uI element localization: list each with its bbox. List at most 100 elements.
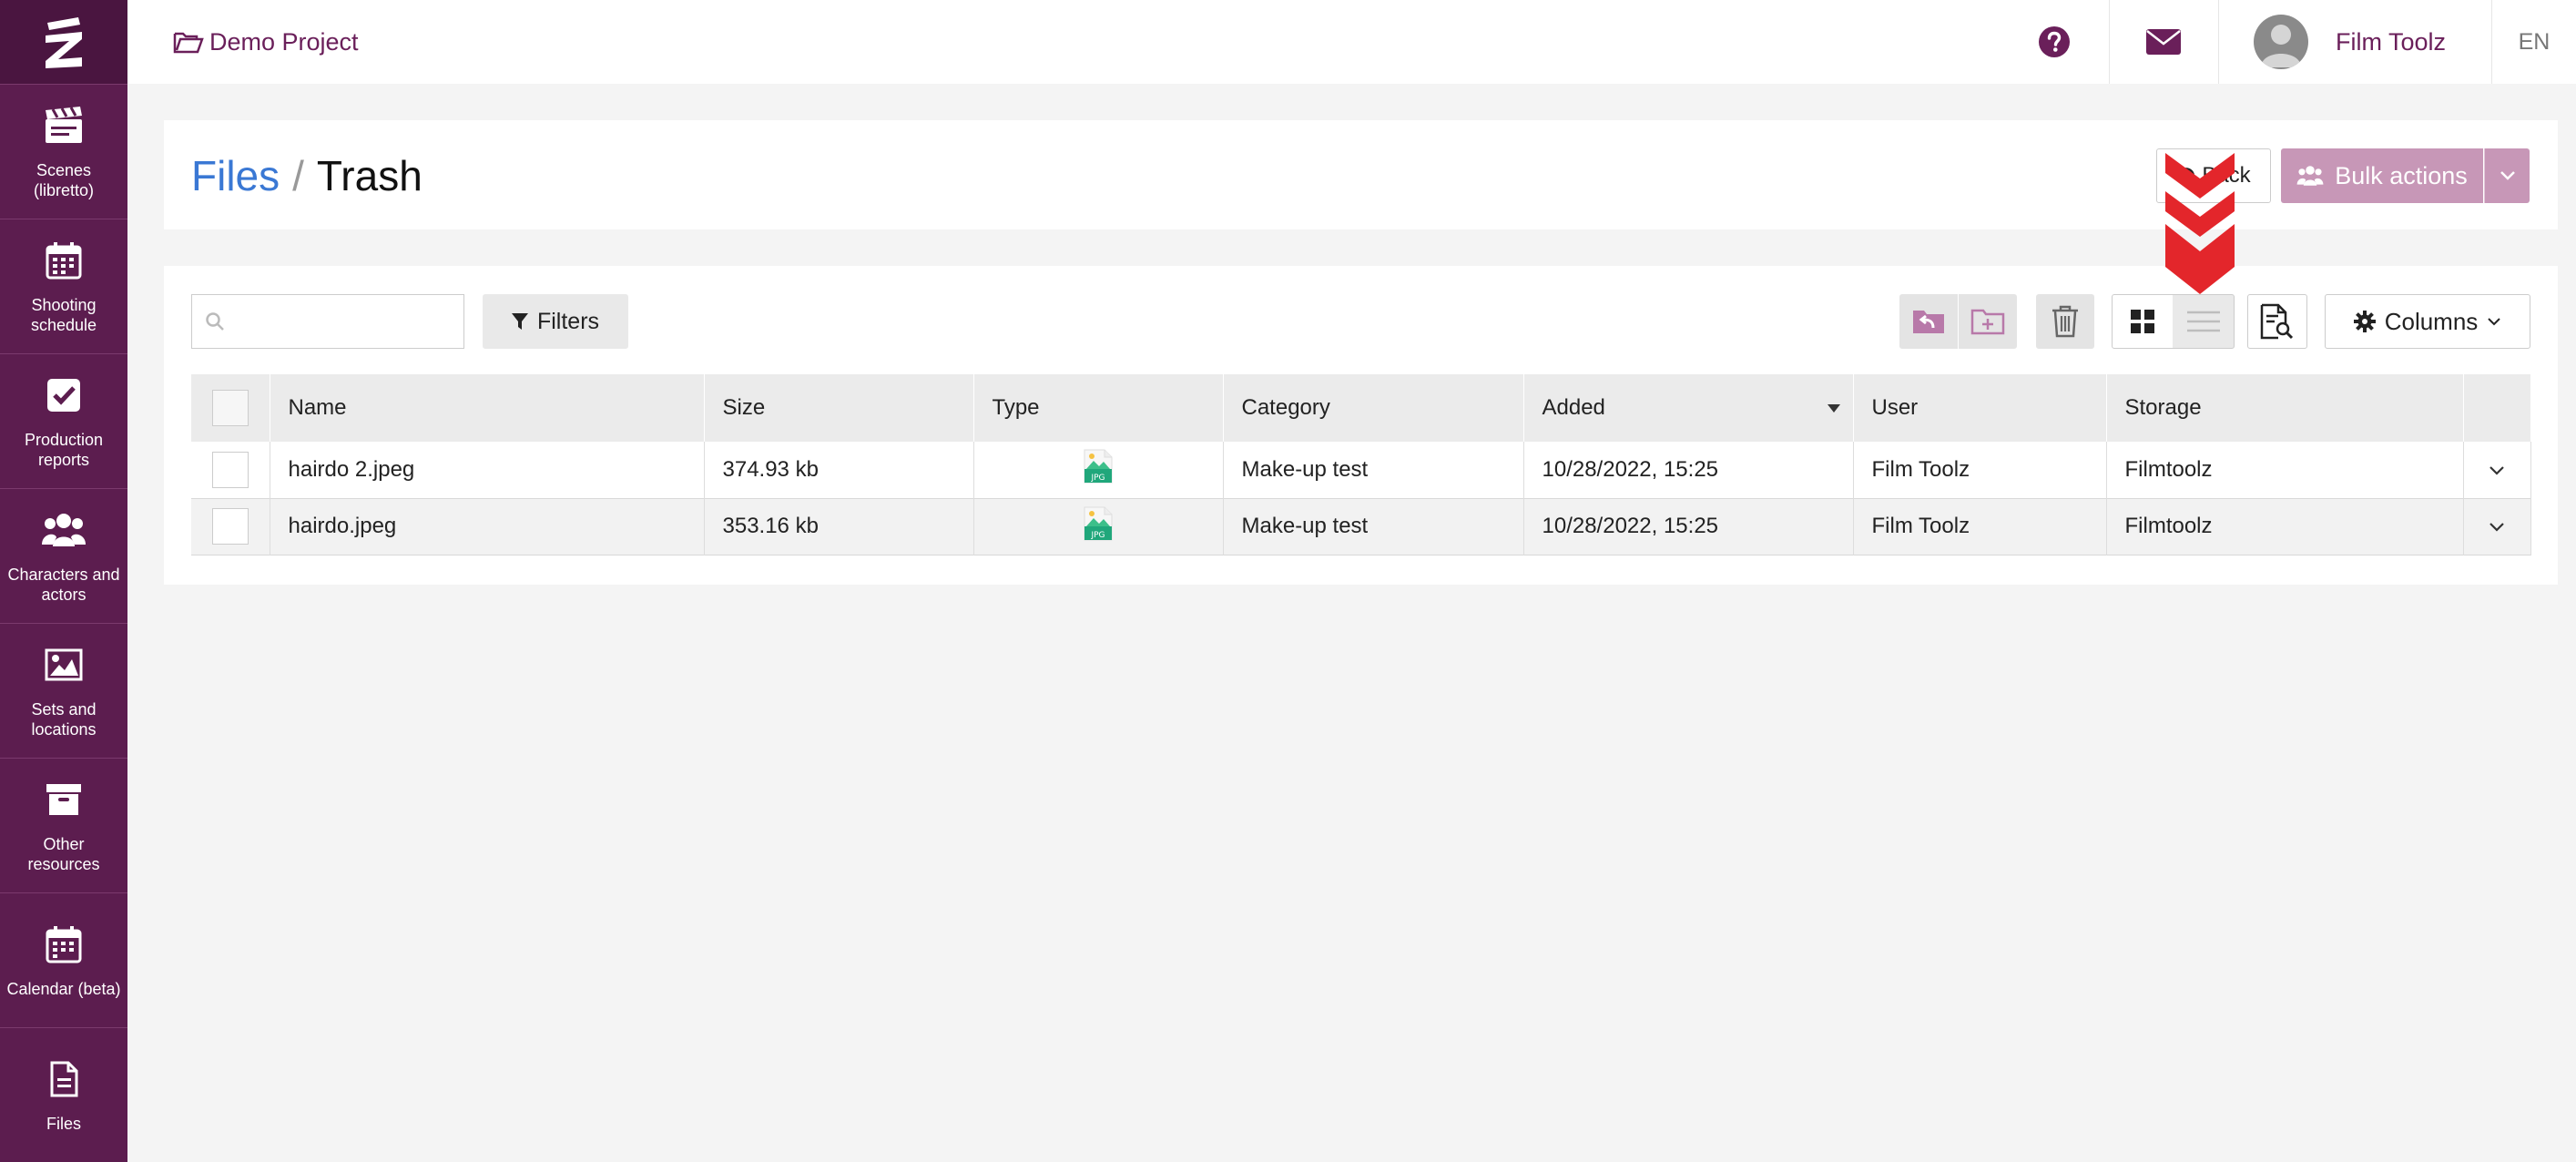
row-select-cell	[191, 442, 270, 498]
checkbox-icon	[42, 373, 86, 417]
files-panel: Filters Columns Name Size Type Category …	[164, 266, 2558, 585]
document-search-icon	[2260, 303, 2294, 340]
language-selector[interactable]: EN	[2492, 0, 2576, 84]
nav-label: Characters and actors	[7, 565, 120, 604]
cell-added: 10/28/2022, 15:25	[1523, 498, 1854, 555]
cell-storage: Filmtoolz	[2106, 498, 2464, 555]
chevron-down-icon	[2488, 318, 2501, 326]
file-type-label: JPG	[1090, 474, 1105, 483]
nav-label: Production reports	[24, 430, 104, 469]
column-header-size[interactable]: Size	[704, 374, 974, 442]
user-menu[interactable]: Film Toolz	[2217, 0, 2492, 84]
list-view-button[interactable]	[2173, 294, 2235, 349]
select-all-checkbox[interactable]	[211, 390, 249, 426]
nav-label: Other resources	[27, 834, 100, 873]
user-name: Film Toolz	[2335, 27, 2446, 56]
nav-files[interactable]: Files	[0, 1027, 127, 1162]
files-table: Name Size Type Category Added User Stora…	[191, 374, 2531, 556]
column-header-user[interactable]: User	[1853, 374, 2107, 442]
users-icon	[42, 508, 86, 552]
sidebar: Scenes (libretto) Shooting schedule Prod…	[0, 0, 127, 1162]
file-icon	[42, 1057, 86, 1101]
table-row[interactable]: hairdo.jpeg 353.16 kb JPG Make-up test 1…	[191, 498, 2531, 555]
cell-storage: Filmtoolz	[2106, 442, 2464, 498]
cell-type: JPG	[973, 442, 1224, 498]
new-folder-button[interactable]	[1959, 294, 2017, 349]
row-expand-toggle[interactable]	[2463, 442, 2531, 498]
gear-icon	[2353, 311, 2376, 332]
columns-button[interactable]: Columns	[2325, 294, 2530, 349]
file-type-label: JPG	[1090, 531, 1105, 540]
page-title: Trash	[316, 152, 423, 199]
nav-calendar[interactable]: Calendar (beta)	[0, 892, 127, 1027]
folder-restore-icon	[1913, 311, 1944, 333]
preview-button[interactable]	[2247, 294, 2307, 349]
cell-name[interactable]: hairdo 2.jpeg	[270, 442, 705, 498]
cell-type: JPG	[973, 498, 1224, 555]
messages-button[interactable]	[2108, 0, 2218, 84]
image-icon	[42, 643, 86, 687]
nav-label: Calendar (beta)	[6, 979, 121, 998]
trash-icon	[2052, 305, 2078, 338]
grid-view-icon	[2131, 310, 2154, 333]
search-box[interactable]	[191, 294, 464, 349]
hint-arrow-icon	[2165, 153, 2235, 294]
jpg-file-icon: JPG	[1084, 449, 1113, 484]
nav-shooting-schedule[interactable]: Shooting schedule	[0, 219, 127, 353]
cell-size: 353.16 kb	[704, 498, 974, 555]
column-header-name[interactable]: Name	[270, 374, 705, 442]
breadcrumb-files-link[interactable]: Files	[191, 152, 280, 199]
help-button[interactable]	[2000, 0, 2109, 84]
bulk-actions-dropdown-toggle[interactable]	[2484, 148, 2530, 203]
nav-sets-locations[interactable]: Sets and locations	[0, 623, 127, 758]
nav-label: Files	[46, 1114, 81, 1133]
folder-plus-icon	[1970, 309, 2005, 335]
nav-production-reports[interactable]: Production reports	[0, 353, 127, 488]
search-input[interactable]	[234, 309, 453, 334]
columns-label: Columns	[2384, 307, 2479, 335]
users-icon	[2296, 166, 2324, 186]
nav-other-resources[interactable]: Other resources	[0, 758, 127, 892]
filters-button[interactable]: Filters	[483, 294, 628, 349]
cell-name[interactable]: hairdo.jpeg	[270, 498, 705, 555]
topbar-actions: Film Toolz EN	[2000, 0, 2576, 84]
avatar	[2253, 15, 2308, 69]
select-all-cell	[191, 374, 270, 442]
top-bar: Demo Project Film Toolz EN	[127, 0, 2576, 84]
envelope-icon	[2146, 29, 2182, 55]
bulk-actions-label: Bulk actions	[2335, 161, 2468, 189]
nav-label: Shooting schedule	[30, 295, 97, 334]
cell-user: Film Toolz	[1853, 498, 2107, 555]
project-name: Demo Project	[209, 27, 359, 56]
column-header-added[interactable]: Added	[1523, 374, 1854, 442]
column-header-category[interactable]: Category	[1223, 374, 1524, 442]
cell-size: 374.93 kb	[704, 442, 974, 498]
row-expand-toggle[interactable]	[2463, 498, 2531, 555]
filters-label: Filters	[536, 308, 600, 334]
project-selector[interactable]: Demo Project	[173, 28, 359, 56]
table-row[interactable]: hairdo 2.jpeg 374.93 kb JPG Make-up test…	[191, 442, 2531, 498]
clapperboard-icon	[42, 104, 86, 148]
calendar-icon	[42, 922, 86, 966]
breadcrumb-separator: /	[292, 152, 304, 199]
app-logo[interactable]	[0, 0, 127, 84]
list-view-icon	[2186, 311, 2220, 332]
row-checkbox[interactable]	[211, 451, 249, 488]
nav-label: Sets and locations	[31, 699, 97, 739]
filter-funnel-icon	[511, 313, 528, 330]
cell-user: Film Toolz	[1853, 442, 2107, 498]
row-select-cell	[191, 498, 270, 555]
column-header-storage[interactable]: Storage	[2106, 374, 2464, 442]
cell-added: 10/28/2022, 15:25	[1523, 442, 1854, 498]
row-checkbox[interactable]	[211, 508, 249, 545]
bulk-actions-button[interactable]: Bulk actions	[2281, 148, 2483, 203]
column-header-type[interactable]: Type	[973, 374, 1224, 442]
archive-box-icon	[42, 778, 86, 821]
grid-view-button[interactable]	[2112, 294, 2174, 349]
search-icon	[206, 312, 224, 331]
delete-button[interactable]	[2036, 294, 2094, 349]
restore-button[interactable]	[1899, 294, 1958, 349]
nav-characters-actors[interactable]: Characters and actors	[0, 488, 127, 623]
nav-scenes[interactable]: Scenes (libretto)	[0, 84, 127, 219]
question-circle-icon	[2038, 26, 2070, 57]
